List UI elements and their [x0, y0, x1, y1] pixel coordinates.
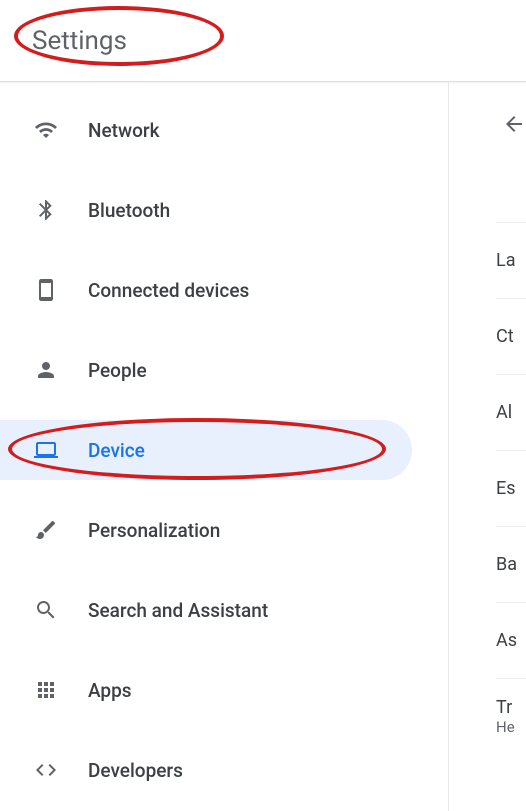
- sidebar-item-label: Apps: [88, 679, 132, 702]
- laptop-icon: [32, 436, 60, 464]
- apps-icon: [32, 676, 60, 704]
- sidebar-item-label: Personalization: [88, 519, 220, 542]
- sidebar-item-personalization[interactable]: Personalization: [0, 500, 412, 560]
- sidebar-item-network[interactable]: Network: [0, 100, 412, 160]
- wifi-icon: [32, 116, 60, 144]
- detail-row[interactable]: La: [496, 222, 526, 298]
- brush-icon: [32, 516, 60, 544]
- sidebar-item-label: Device: [88, 439, 145, 462]
- sidebar-item-connected-devices[interactable]: Connected devices: [0, 260, 412, 320]
- sidebar: Network Bluetooth Connected devices Peop…: [0, 82, 448, 811]
- page-title: Settings: [32, 26, 127, 56]
- sidebar-item-label: Network: [88, 119, 160, 142]
- detail-row[interactable]: Al: [496, 374, 526, 450]
- sidebar-item-label: Search and Assistant: [88, 599, 268, 622]
- sidebar-item-developers[interactable]: Developers: [0, 740, 412, 800]
- sidebar-item-device[interactable]: Device: [0, 420, 412, 480]
- back-button[interactable]: [502, 112, 526, 136]
- sidebar-item-label: Developers: [88, 759, 183, 782]
- detail-row[interactable]: Tr He: [496, 678, 526, 754]
- sidebar-item-label: Connected devices: [88, 279, 249, 302]
- search-icon: [32, 596, 60, 624]
- detail-row[interactable]: As: [496, 602, 526, 678]
- bluetooth-icon: [32, 196, 60, 224]
- detail-list: La Ct Al Es Ba As Tr He: [496, 222, 526, 754]
- detail-row[interactable]: Ba: [496, 526, 526, 602]
- main: Network Bluetooth Connected devices Peop…: [0, 82, 526, 811]
- detail-row[interactable]: Ct: [496, 298, 526, 374]
- person-icon: [32, 356, 60, 384]
- detail-row[interactable]: Es: [496, 450, 526, 526]
- header: Settings: [0, 0, 526, 82]
- code-icon: [32, 756, 60, 784]
- phone-icon: [32, 276, 60, 304]
- sidebar-item-people[interactable]: People: [0, 340, 412, 400]
- sidebar-item-apps[interactable]: Apps: [0, 660, 412, 720]
- sidebar-item-bluetooth[interactable]: Bluetooth: [0, 180, 412, 240]
- sidebar-item-search-assistant[interactable]: Search and Assistant: [0, 580, 412, 640]
- detail-panel: La Ct Al Es Ba As Tr He: [448, 82, 526, 811]
- sidebar-item-label: Bluetooth: [88, 199, 170, 222]
- sidebar-item-label: People: [88, 359, 147, 382]
